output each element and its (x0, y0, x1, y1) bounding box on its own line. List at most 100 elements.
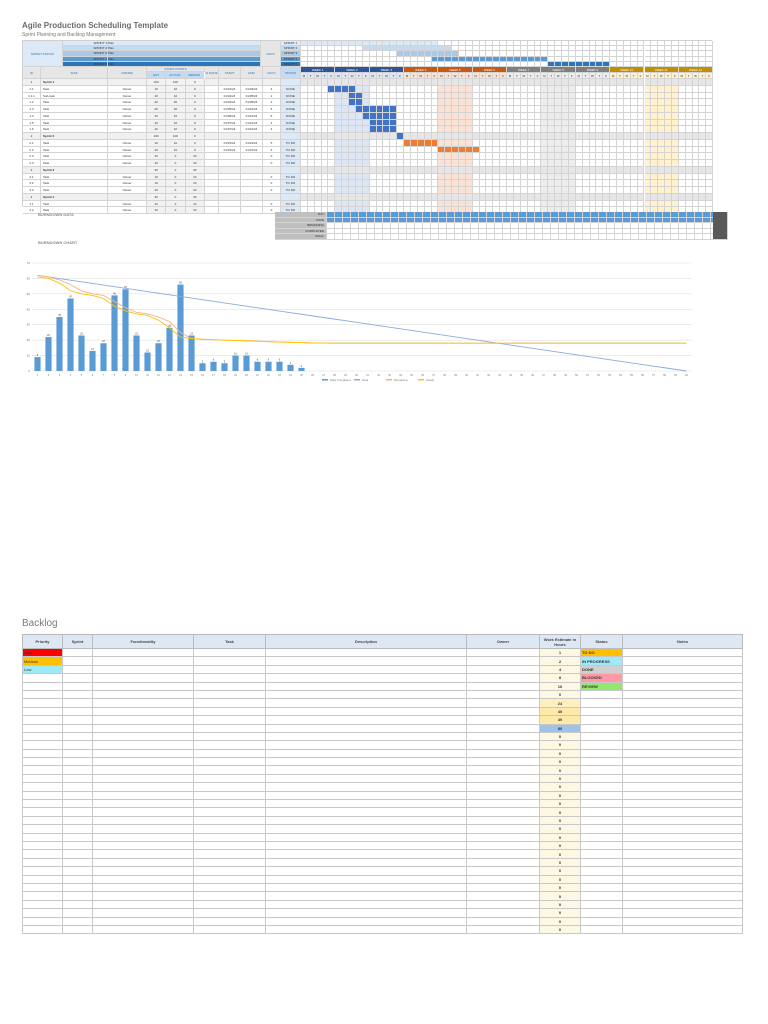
backlog-cell[interactable] (265, 706, 467, 717)
backlog-cell[interactable] (92, 773, 194, 784)
backlog-cell[interactable] (193, 706, 266, 717)
backlog-cell[interactable] (622, 773, 743, 784)
backlog-cell[interactable] (193, 673, 266, 683)
backlog-cell[interactable] (22, 924, 63, 935)
backlog-cell[interactable] (22, 891, 63, 901)
backlog-cell[interactable] (22, 824, 63, 834)
backlog-cell[interactable] (22, 723, 63, 733)
backlog-cell[interactable] (622, 723, 743, 733)
backlog-cell[interactable] (193, 773, 266, 784)
backlog-cell[interactable] (62, 656, 93, 666)
backlog-cell[interactable] (193, 857, 266, 868)
backlog-cell[interactable] (22, 765, 63, 775)
backlog-cell[interactable] (22, 815, 63, 826)
backlog-cell[interactable] (580, 832, 623, 843)
backlog-cell[interactable] (62, 899, 93, 910)
backlog-cell[interactable] (92, 757, 194, 767)
estimate-cell[interactable]: 1 (539, 647, 581, 658)
backlog-cell[interactable] (622, 908, 743, 918)
backlog-cell[interactable] (466, 698, 540, 708)
backlog-cell[interactable] (62, 790, 93, 801)
backlog-cell[interactable] (62, 673, 93, 683)
priority-cell[interactable]: Medium (22, 656, 63, 666)
backlog-cell[interactable] (62, 765, 93, 775)
backlog-cell[interactable] (193, 924, 266, 935)
backlog-cell[interactable] (22, 673, 63, 683)
backlog-cell[interactable] (580, 782, 623, 792)
backlog-cell[interactable] (22, 689, 63, 700)
backlog-cell[interactable] (62, 874, 93, 884)
estimate-cell[interactable]: 4 (539, 664, 581, 675)
backlog-cell[interactable] (580, 790, 623, 801)
backlog-cell[interactable] (580, 840, 623, 851)
backlog-cell[interactable] (580, 899, 623, 910)
backlog-cell[interactable] (22, 840, 63, 851)
backlog-cell[interactable] (22, 799, 63, 809)
backlog-cell[interactable] (193, 799, 266, 809)
backlog-cell[interactable] (466, 891, 540, 901)
backlog-cell[interactable] (466, 849, 540, 859)
backlog-cell[interactable] (92, 874, 194, 884)
backlog-cell[interactable] (265, 824, 467, 834)
backlog-cell[interactable] (92, 782, 194, 792)
backlog-cell[interactable] (622, 740, 743, 750)
backlog-cell[interactable] (580, 773, 623, 784)
backlog-cell[interactable] (22, 715, 63, 725)
backlog-cell[interactable] (193, 866, 266, 876)
backlog-cell[interactable] (580, 882, 623, 893)
backlog-cell[interactable] (580, 891, 623, 901)
backlog-cell[interactable] (193, 782, 266, 792)
backlog-cell[interactable] (622, 799, 743, 809)
backlog-cell[interactable] (265, 656, 467, 666)
backlog-cell[interactable] (92, 706, 194, 717)
backlog-cell[interactable] (193, 891, 266, 901)
backlog-cell[interactable] (193, 840, 266, 851)
backlog-cell[interactable] (580, 916, 623, 926)
backlog-cell[interactable] (62, 723, 93, 733)
estimate-cell[interactable]: 8 (539, 673, 581, 683)
backlog-cell[interactable] (92, 916, 194, 926)
backlog-cell[interactable] (193, 681, 266, 691)
backlog-cell[interactable] (265, 757, 467, 767)
estimate-cell[interactable]: 0 (539, 866, 581, 876)
backlog-cell[interactable] (580, 706, 623, 717)
backlog-cell[interactable] (22, 882, 63, 893)
backlog-cell[interactable] (622, 874, 743, 884)
backlog-cell[interactable] (466, 899, 540, 910)
backlog-cell[interactable] (265, 765, 467, 775)
backlog-cell[interactable] (62, 866, 93, 876)
backlog-cell[interactable] (193, 908, 266, 918)
estimate-cell[interactable]: 0 (539, 782, 581, 792)
backlog-cell[interactable] (622, 673, 743, 683)
backlog-cell[interactable] (265, 899, 467, 910)
backlog-cell[interactable] (466, 866, 540, 876)
backlog-cell[interactable] (193, 689, 266, 700)
backlog-cell[interactable] (265, 790, 467, 801)
backlog-cell[interactable] (62, 748, 93, 759)
backlog-cell[interactable] (622, 899, 743, 910)
backlog-cell[interactable] (265, 891, 467, 901)
status-cell[interactable]: BLOCKED (580, 673, 623, 683)
backlog-cell[interactable] (193, 698, 266, 708)
backlog-cell[interactable] (62, 891, 93, 901)
backlog-cell[interactable] (265, 773, 467, 784)
backlog-cell[interactable] (92, 832, 194, 843)
backlog-cell[interactable] (622, 882, 743, 893)
backlog-cell[interactable] (62, 807, 93, 817)
estimate-cell[interactable]: 0 (539, 849, 581, 859)
backlog-cell[interactable] (580, 815, 623, 826)
backlog-cell[interactable] (622, 815, 743, 826)
backlog-cell[interactable] (193, 849, 266, 859)
backlog-cell[interactable] (92, 673, 194, 683)
backlog-cell[interactable] (22, 849, 63, 859)
backlog-cell[interactable] (265, 689, 467, 700)
backlog-cell[interactable] (193, 740, 266, 750)
estimate-cell[interactable]: 0 (539, 689, 581, 700)
estimate-cell[interactable]: 40 (539, 715, 581, 725)
backlog-cell[interactable] (62, 757, 93, 767)
backlog-cell[interactable] (622, 765, 743, 775)
estimate-cell[interactable]: 0 (539, 740, 581, 750)
backlog-cell[interactable] (62, 782, 93, 792)
backlog-cell[interactable] (22, 899, 63, 910)
estimate-cell[interactable]: 0 (539, 916, 581, 926)
